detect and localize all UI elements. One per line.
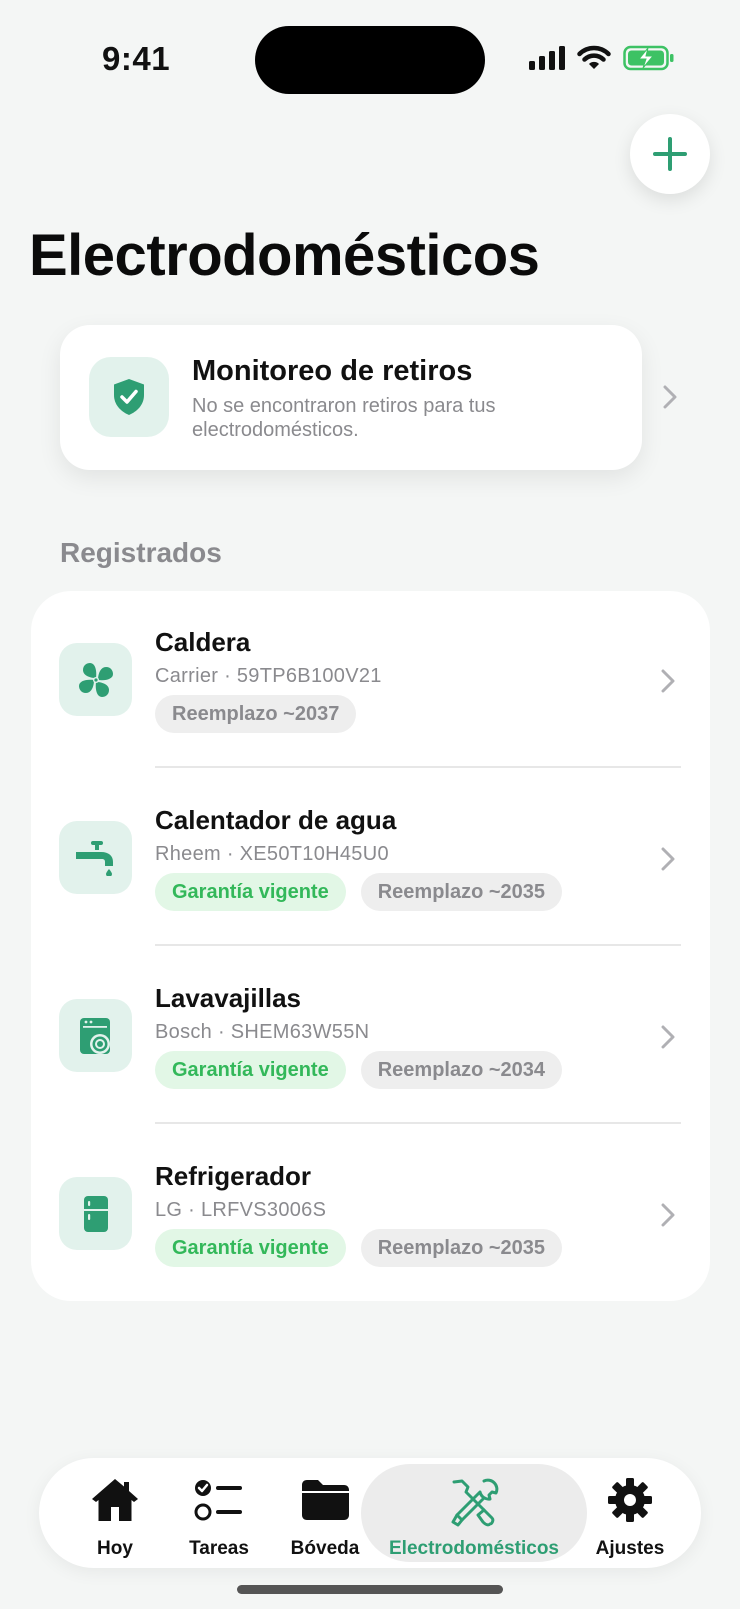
checklist-icon <box>194 1480 242 1521</box>
status-time: 9:41 <box>102 40 171 77</box>
recall-subtitle: No se encontraron retiros para tus elect… <box>192 395 496 441</box>
recall-title: Monitoreo de retiros <box>192 355 473 387</box>
folder-icon <box>302 1480 349 1520</box>
row-divider <box>155 944 681 946</box>
fan-icon <box>78 662 113 697</box>
page-title: Electrodomésticos <box>29 223 540 288</box>
appliance-badges: Garantía vigente Reemplazo ~2034 <box>155 1051 563 1089</box>
tab-bar: Hoy Tareas Bóveda Electrodomésticos Ajus… <box>39 1458 701 1568</box>
appliance-badges: Reemplazo ~2037 <box>155 695 357 733</box>
appliance-row-lavavajillas[interactable]: Lavavajillas Bosch · SHEM63W55N Garantía… <box>31 947 710 1125</box>
status-icons <box>529 45 675 71</box>
recall-icon-tile <box>89 357 169 437</box>
appliance-badges: Garantía vigente Reemplazo ~2035 <box>155 1229 563 1267</box>
add-appliance-button[interactable] <box>630 114 710 194</box>
plus-icon <box>653 137 687 171</box>
replacement-badge: Reemplazo ~2035 <box>360 1229 563 1267</box>
recall-chevron-icon[interactable] <box>663 385 677 409</box>
appliance-name: Lavavajillas <box>155 983 301 1013</box>
shield-check-icon <box>114 379 144 415</box>
tab-boveda[interactable]: Bóveda <box>285 1458 365 1568</box>
tab-hoy[interactable]: Hoy <box>75 1458 155 1568</box>
tab-label: Electrodomésticos <box>389 1538 559 1559</box>
appliance-row-caldera[interactable]: Caldera Carrier · 59TP6B100V21 Reemplazo… <box>31 591 710 769</box>
appliance-row-refrigerador[interactable]: Refrigerador LG · LRFVS3006S Garantía vi… <box>31 1125 710 1303</box>
wifi-icon <box>577 45 611 69</box>
appliance-icon-tile <box>59 999 132 1072</box>
appliance-detail: Bosch · SHEM63W55N <box>155 1021 370 1043</box>
tab-label: Tareas <box>189 1538 249 1559</box>
appliance-detail: Carrier · 59TP6B100V21 <box>155 665 382 687</box>
battery-charging-icon <box>623 45 674 71</box>
dishwasher-icon <box>79 1017 110 1054</box>
tab-label: Hoy <box>97 1538 133 1559</box>
faucet-icon <box>75 840 113 876</box>
section-label-registered: Registrados <box>60 537 222 568</box>
chevron-right-icon <box>661 1203 675 1227</box>
tab-label: Bóveda <box>290 1538 360 1559</box>
replacement-badge: Reemplazo ~2035 <box>360 873 563 911</box>
chevron-right-icon <box>661 1025 675 1049</box>
warranty-badge: Garantía vigente <box>155 1051 346 1089</box>
tab-electrodomesticos[interactable]: Electrodomésticos <box>361 1464 587 1562</box>
gear-icon <box>608 1478 652 1522</box>
appliance-icon-tile <box>59 1177 132 1250</box>
appliance-icon-tile <box>59 821 132 894</box>
home-indicator <box>237 1585 503 1594</box>
replacement-badge: Reemplazo ~2037 <box>155 695 357 733</box>
replacement-badge: Reemplazo ~2034 <box>360 1051 563 1089</box>
appliance-detail: LG · LRFVS3006S <box>155 1199 327 1221</box>
appliance-detail: Rheem · XE50T10H45U0 <box>155 843 389 865</box>
dynamic-island <box>255 26 485 94</box>
warranty-badge: Garantía vigente <box>155 873 346 911</box>
wrench-screwdriver-icon <box>451 1478 499 1527</box>
appliance-badges: Garantía vigente Reemplazo ~2035 <box>155 873 563 911</box>
chevron-right-icon <box>661 847 675 871</box>
refrigerator-icon <box>83 1195 108 1232</box>
recall-monitoring-card[interactable]: Monitoreo de retiros No se encontraron r… <box>60 325 642 470</box>
row-divider <box>155 1122 681 1124</box>
appliance-list: Caldera Carrier · 59TP6B100V21 Reemplazo… <box>31 591 710 1301</box>
appliance-name: Refrigerador <box>155 1161 312 1191</box>
tab-label: Ajustes <box>595 1538 665 1559</box>
chevron-right-icon <box>661 669 675 693</box>
appliance-icon-tile <box>59 643 132 716</box>
warranty-badge: Garantía vigente <box>155 1229 346 1267</box>
house-icon <box>92 1479 138 1521</box>
cellular-signal-icon <box>529 46 565 70</box>
tab-ajustes[interactable]: Ajustes <box>587 1458 673 1568</box>
appliance-row-calentador[interactable]: Calentador de agua Rheem · XE50T10H45U0 … <box>31 769 710 947</box>
row-divider <box>155 766 681 768</box>
appliance-name: Calentador de agua <box>155 805 397 835</box>
appliance-name: Caldera <box>155 627 251 657</box>
tab-tareas[interactable]: Tareas <box>179 1458 259 1568</box>
